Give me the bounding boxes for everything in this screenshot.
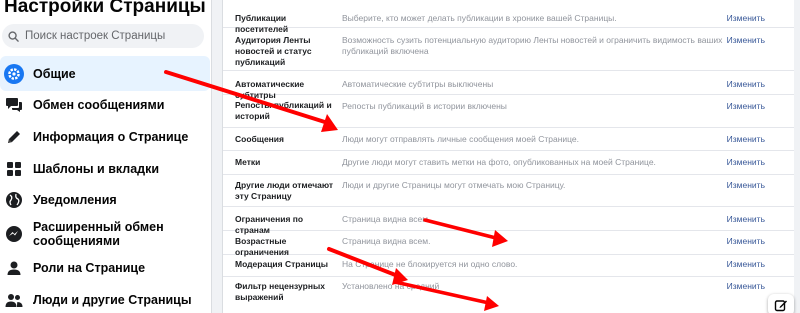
grid-icon [4, 159, 24, 179]
settings-sidebar: Настройки Страницы Общие [0, 0, 212, 313]
edit-link[interactable]: Изменить [727, 281, 765, 292]
sidebar-item-page-roles[interactable]: Роли на Странице [0, 255, 210, 281]
compose-button[interactable] [768, 294, 794, 313]
setting-description: На Странице не блокируется ни одно слово… [342, 259, 518, 269]
setting-name: Аудитория Ленты новостей и статус публик… [235, 35, 312, 67]
messenger-icon [4, 224, 24, 244]
general-settings-panel: Публикации посетителей Выберите, кто мож… [222, 0, 795, 313]
edit-link[interactable]: Изменить [727, 101, 765, 112]
setting-row-messages: Сообщения Люди могут отправлять личные с… [223, 128, 795, 151]
setting-name: Репосты публикаций и историй [235, 100, 332, 121]
setting-row-country-restrictions: Ограничения по странам Страница видна вс… [223, 207, 795, 235]
setting-description: Люди могут отправлять личные сообщения м… [342, 134, 579, 144]
sidebar-item-label: Общие [33, 66, 76, 81]
setting-row-story-reposts: Репосты публикаций и историй Репосты пуб… [223, 95, 795, 128]
edit-link[interactable]: Изменить [727, 236, 765, 247]
sidebar-title: Настройки Страницы [4, 0, 206, 17]
edit-link[interactable]: Изменить [727, 259, 765, 270]
setting-row-visitor-posts: Публикации посетителей Выберите, кто мож… [223, 0, 795, 34]
setting-row-age-restrictions: Возрастные ограничения Страница видна вс… [223, 231, 795, 257]
setting-description: Страница видна всем. [342, 236, 431, 246]
chat-bubble-icon [4, 95, 24, 115]
edit-link[interactable]: Изменить [727, 79, 765, 90]
setting-description: Установлено на средний [342, 281, 440, 291]
sidebar-item-people-pages[interactable]: Люди и другие Страницы [0, 287, 210, 313]
search-input[interactable] [25, 30, 195, 42]
search-box[interactable] [2, 24, 204, 48]
setting-description: Страница видна всем. [342, 214, 431, 224]
setting-description: Другие люди могут ставить метки на фото,… [342, 157, 656, 167]
setting-description: Репосты публикаций в истории включены [342, 101, 507, 111]
sidebar-item-label: Обмен сообщениями [33, 98, 165, 112]
sidebar-item-general[interactable]: Общие [0, 56, 210, 91]
setting-row-auto-captions: Автоматические субтитры Автоматические с… [223, 71, 795, 100]
person-icon [4, 258, 24, 278]
setting-row-profanity-filter: Фильтр нецензурных выражений Установлено… [223, 277, 795, 313]
edit-link[interactable]: Изменить [727, 13, 765, 24]
setting-name: Фильтр нецензурных выражений [235, 281, 325, 302]
globe-icon [4, 190, 24, 210]
setting-name: Метки [235, 157, 261, 167]
setting-description: Автоматические субтитры выключены [342, 79, 494, 89]
edit-link[interactable]: Изменить [727, 35, 765, 46]
setting-row-news-feed-audience: Аудитория Ленты новостей и статус публик… [223, 28, 795, 71]
sidebar-item-label: Роли на Странице [33, 261, 146, 275]
people-icon [4, 290, 24, 310]
right-gutter [794, 0, 800, 313]
sidebar-item-label: Расширенный обмен сообщениями [33, 220, 164, 248]
compose-icon [774, 300, 787, 312]
gear-icon [4, 63, 24, 84]
pencil-icon [4, 127, 24, 147]
setting-description: Выберите, кто может делать публикации в … [342, 13, 617, 23]
setting-description: Возможность сузить потенциальную аудитор… [342, 35, 723, 56]
page-settings-screen: Настройки Страницы Общие [0, 0, 800, 313]
edit-link[interactable]: Изменить [727, 214, 765, 225]
setting-name: Сообщения [235, 134, 284, 144]
sidebar-item-page-info[interactable]: Информация о Странице [0, 124, 210, 150]
sidebar-item-templates-tabs[interactable]: Шаблоны и вкладки [0, 156, 210, 182]
edit-link[interactable]: Изменить [727, 134, 765, 145]
sidebar-item-advanced-messaging[interactable]: Расширенный обмен сообщениями [0, 218, 210, 250]
setting-name: Другие люди отмечают эту Страницу [235, 180, 334, 201]
setting-row-tags: Метки Другие люди могут ставить метки на… [223, 151, 795, 175]
sidebar-item-notifications[interactable]: Уведомления [0, 187, 210, 213]
edit-link[interactable]: Изменить [727, 180, 765, 191]
setting-name: Модерация Страницы [235, 259, 329, 269]
sidebar-item-messaging[interactable]: Обмен сообщениями [0, 92, 210, 118]
sidebar-item-label: Люди и другие Страницы [33, 293, 192, 307]
setting-description: Люди и другие Страницы могут отмечать мо… [342, 180, 566, 190]
sidebar-item-label: Информация о Странице [33, 130, 189, 144]
edit-link[interactable]: Изменить [727, 157, 765, 168]
setting-row-page-moderation: Модерация Страницы На Странице не блокир… [223, 255, 795, 277]
sidebar-item-label: Шаблоны и вкладки [33, 162, 160, 176]
setting-row-others-tag-page: Другие люди отмечают эту Страницу Люди и… [223, 175, 795, 207]
search-icon [8, 30, 19, 42]
sidebar-item-label: Уведомления [33, 193, 117, 207]
